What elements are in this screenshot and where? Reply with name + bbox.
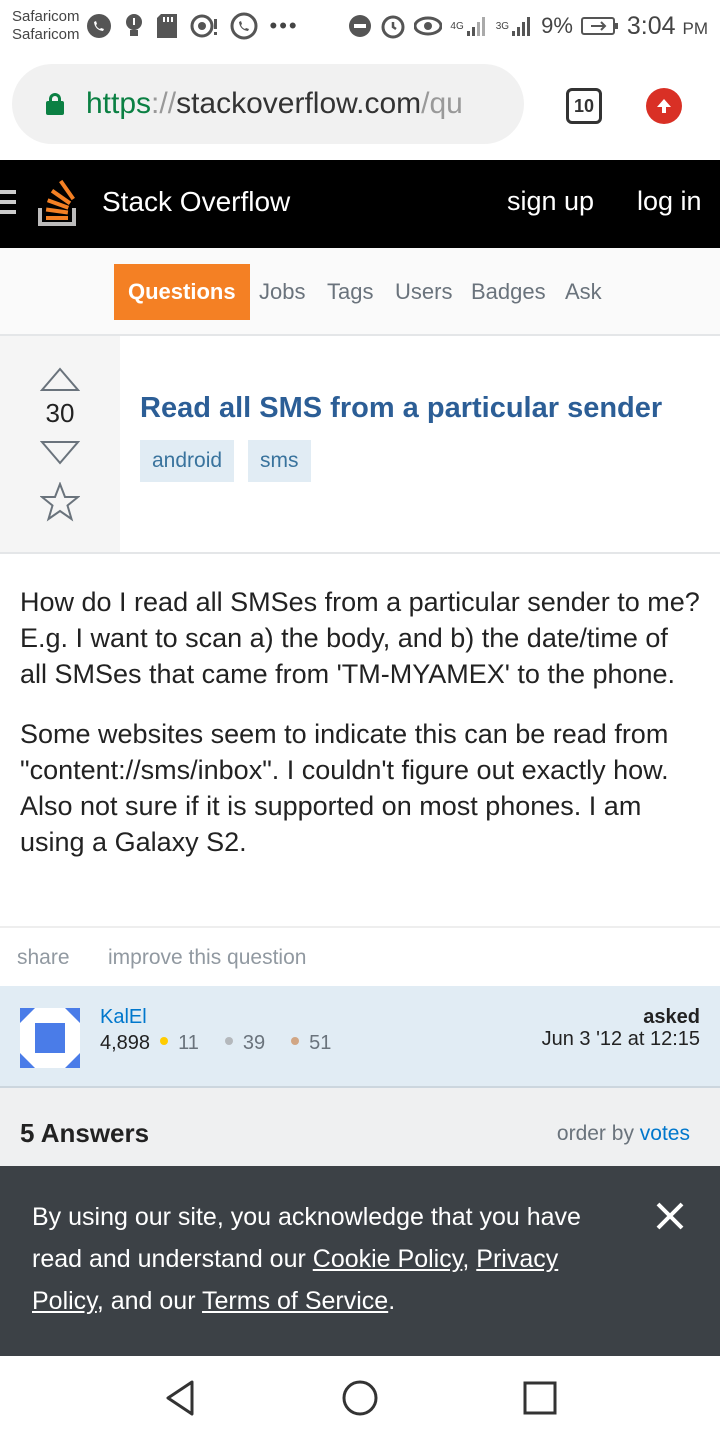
upvote-icon[interactable] [40, 366, 80, 392]
cookie-banner: By using our site, you acknowledge that … [0, 1166, 720, 1356]
nav-jobs[interactable]: Jobs [259, 264, 305, 320]
home-icon[interactable] [340, 1378, 380, 1418]
notification-icons: ••• [86, 12, 299, 40]
question-title[interactable]: Read all SMS from a particular sender [140, 392, 662, 425]
user-reputation-row: 4,898 11 39 51 [100, 1032, 347, 1055]
bronze-badge-icon [291, 1036, 300, 1045]
question-header: 30 Read all SMS from a particular sender… [0, 336, 720, 554]
clock-ampm: PM [682, 18, 709, 38]
silver-badge-icon [224, 1036, 233, 1045]
question-actions: share improve this question [0, 926, 720, 986]
cookie-message: By using our site, you acknowledge that … [32, 1196, 622, 1322]
system-nav-bar [0, 1356, 720, 1440]
asker-card: KalEl 4,898 11 39 51 asked Jun 3 '12 at … [0, 986, 720, 1088]
status-bar: Safaricom Safaricom ••• 4G 3G 9% 3:04 PM [0, 0, 720, 52]
asked-label: asked [643, 1006, 700, 1028]
url-scheme: https [86, 87, 152, 120]
camera-icon [190, 14, 217, 38]
more-icon: ••• [269, 13, 299, 38]
clock-time: 3:04 [626, 11, 676, 40]
tag-sms[interactable]: sms [248, 440, 311, 482]
nav-users[interactable]: Users [395, 264, 452, 320]
silver-badge-count: 39 [242, 1032, 266, 1054]
main-nav: Questions Jobs Tags Users Badges Ask [0, 248, 720, 336]
sign-up-link[interactable]: sign up [507, 186, 594, 217]
alarm-icon [381, 15, 405, 39]
url-separator: :// [151, 87, 177, 120]
bronze-badge-count: 51 [309, 1032, 332, 1054]
order-by-votes-link[interactable]: votes [640, 1122, 690, 1145]
nav-questions[interactable]: Questions [114, 264, 250, 320]
recents-icon[interactable] [520, 1378, 560, 1418]
signal-icon [466, 17, 485, 36]
nav-ask[interactable]: Ask [565, 264, 602, 320]
stackoverflow-logo-icon[interactable] [36, 178, 80, 228]
vote-count: 30 [45, 398, 75, 428]
bulb-icon [125, 14, 142, 36]
cookie-period: . [388, 1287, 396, 1315]
body-paragraph-2: Some websites seem to indicate this can … [20, 719, 669, 857]
network-3g-label: 3G [495, 20, 510, 32]
share-link[interactable]: share [17, 946, 70, 970]
url-path: /qu [421, 87, 463, 120]
user-name-link[interactable]: KalEl [100, 1006, 147, 1029]
body-paragraph-1: How do I read all SMSes from a particula… [20, 587, 700, 689]
close-icon[interactable] [654, 1200, 686, 1232]
update-icon[interactable] [646, 88, 682, 124]
eye-icon [414, 16, 443, 36]
carrier-2: Safaricom [12, 26, 80, 43]
tab-switcher-button[interactable]: 10 [566, 88, 602, 124]
favorite-star-icon[interactable] [40, 482, 80, 522]
answers-header: 5 Answers order by votes [0, 1088, 720, 1168]
url-host: stackoverflow.com [176, 87, 422, 120]
site-header: Stack Overflow sign up log in [0, 160, 720, 248]
terms-of-service-link[interactable]: Terms of Service [202, 1287, 388, 1315]
avatar[interactable] [20, 1008, 80, 1068]
order-by: order by votes [557, 1122, 690, 1146]
whatsapp-outline-icon [230, 12, 258, 40]
site-brand[interactable]: Stack Overflow [102, 186, 290, 218]
improve-question-link[interactable]: improve this question [108, 946, 306, 970]
asked-date: Jun 3 '12 at 12:15 [541, 1028, 700, 1050]
downvote-icon[interactable] [40, 440, 80, 466]
gold-badge-count: 11 [178, 1032, 199, 1054]
nav-badges[interactable]: Badges [471, 264, 546, 320]
browser-toolbar: https://stackoverflow.com/qu 10 [0, 52, 720, 160]
battery-icon [580, 17, 618, 35]
gold-badge-icon [160, 1036, 169, 1045]
back-icon[interactable] [160, 1378, 200, 1418]
clock: 3:04 PM [627, 12, 708, 41]
whatsapp-icon [86, 14, 111, 38]
cookie-comma: , [462, 1245, 477, 1273]
battery-percent: 9% [541, 13, 573, 38]
status-right: 4G 3G 9% 3:04 PM [348, 12, 708, 41]
cookie-text-2: , and our [96, 1287, 203, 1315]
nav-tags[interactable]: Tags [327, 264, 373, 320]
cookie-policy-link[interactable]: Cookie Policy [313, 1245, 463, 1273]
question-body: How do I read all SMSes from a particula… [20, 584, 700, 884]
hamburger-menu-icon[interactable] [0, 190, 16, 216]
signal-icon-2 [512, 17, 531, 36]
order-by-label: order by [556, 1122, 634, 1145]
vote-column: 30 [0, 336, 120, 552]
carrier-1: Safaricom [12, 8, 80, 25]
answers-count: 5 Answers [20, 1118, 150, 1148]
log-in-link[interactable]: log in [637, 186, 702, 217]
network-4g-label: 4G [450, 20, 464, 32]
tag-android[interactable]: android [140, 440, 235, 482]
reputation-score: 4,898 [100, 1032, 151, 1054]
sd-card-icon [156, 14, 177, 38]
dnd-icon [349, 15, 372, 37]
lock-icon [46, 93, 64, 115]
carrier-labels: Safaricom Safaricom [12, 8, 80, 44]
address-bar[interactable]: https://stackoverflow.com/qu [12, 64, 524, 144]
